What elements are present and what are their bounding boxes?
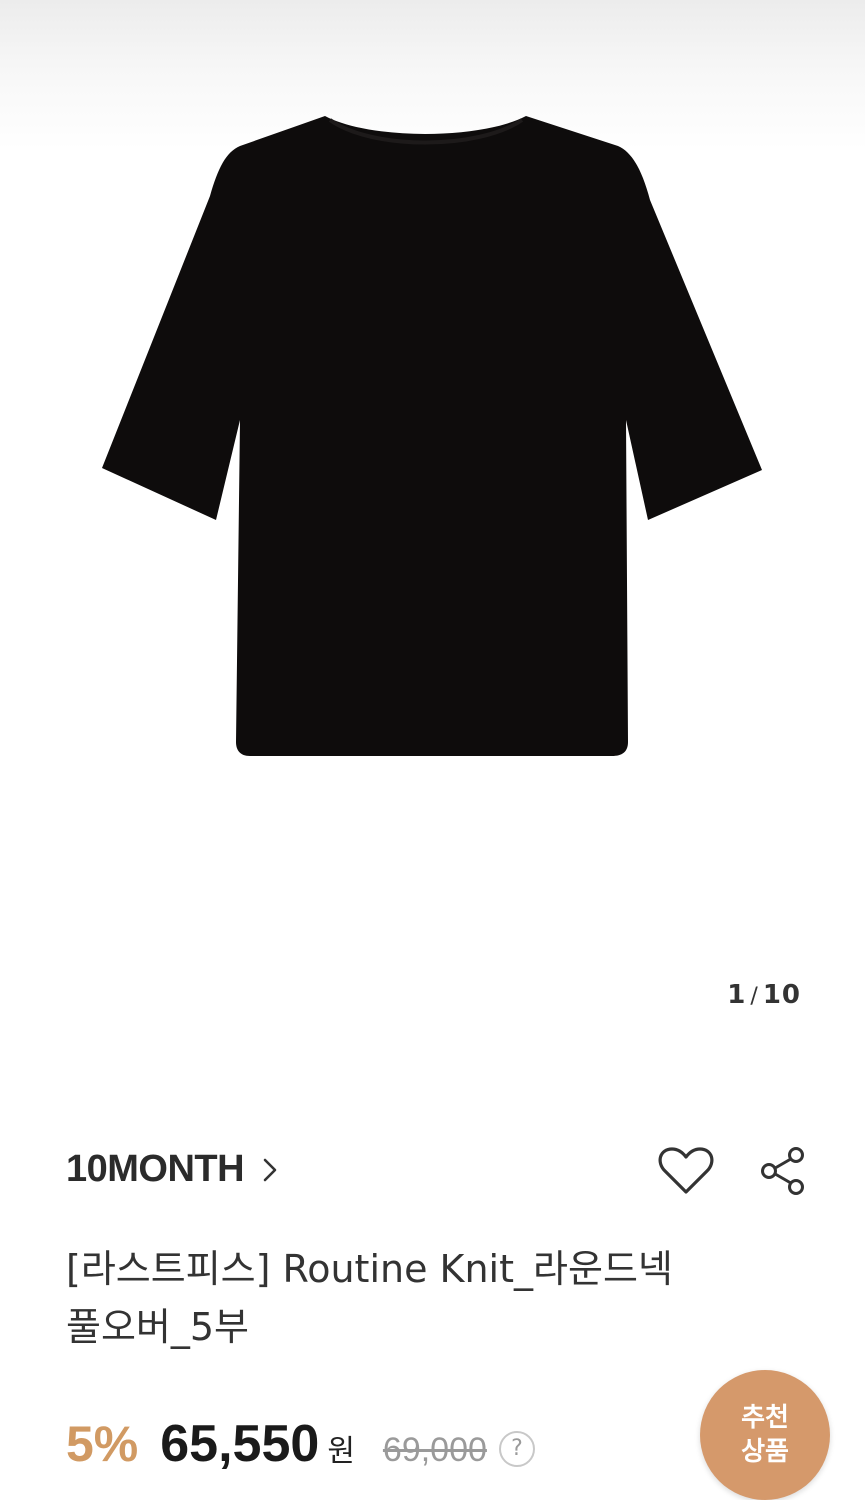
product-detail-page: 1/10 10MONTH [라스트피스] Routine Knit_라운드넥 풀… [0,0,865,1500]
price-row: 5% 65,550 원 69,000 ? [66,1414,535,1474]
sale-price: 65,550 [160,1415,320,1473]
share-icon [761,1147,804,1195]
pager-total: 10 [762,980,801,1010]
recommend-label-line1: 추천 [741,1403,789,1433]
currency-label: 원 [327,1434,355,1469]
recommend-label-line2: 상품 [741,1437,789,1467]
product-title-line1: [라스트피스] Routine Knit_라운드넥 [66,1247,673,1291]
wishlist-button[interactable] [656,1144,716,1198]
recommended-products-button[interactable]: 추천 상품 [700,1370,830,1500]
product-image [102,116,762,756]
chevron-right-icon [263,1158,277,1181]
brand-link[interactable]: 10MONTH [66,1148,280,1191]
pager-current: 1 [727,980,747,1010]
product-image-carousel[interactable]: 1/10 [0,0,865,1060]
share-button[interactable] [758,1144,810,1198]
price-help-icon[interactable]: ? [498,1431,535,1467]
heart-icon [658,1147,714,1194]
image-pager: 1/10 [727,980,801,1010]
product-title: [라스트피스] Routine Knit_라운드넥 풀오버_5부 [66,1240,806,1356]
knit-pullover-shape [102,116,762,756]
pager-separator: / [750,984,759,1009]
brand-name[interactable]: 10MONTH [66,1148,245,1191]
product-title-line2: 풀오버_5부 [66,1305,250,1349]
discount-rate: 5% [66,1416,139,1472]
original-price: 69,000 [382,1431,487,1469]
